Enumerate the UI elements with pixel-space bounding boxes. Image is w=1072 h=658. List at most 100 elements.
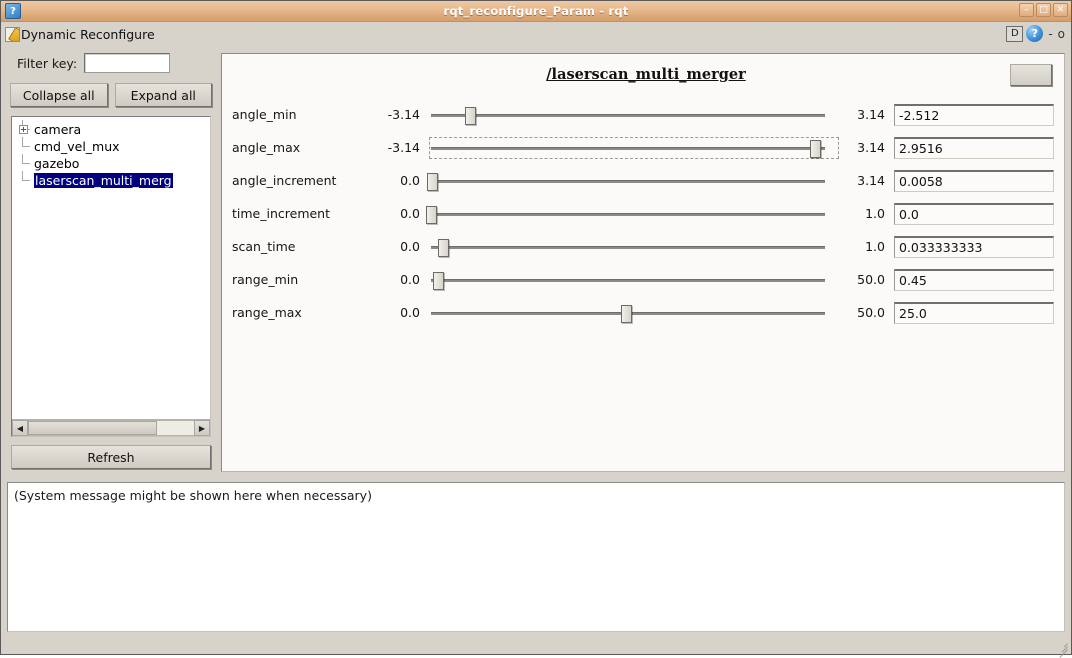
slider-handle[interactable] (426, 205, 438, 224)
plugin-title: Dynamic Reconfigure (21, 27, 155, 42)
close-plugin-icon[interactable]: o (1058, 28, 1065, 40)
scrollbar-track[interactable] (28, 420, 194, 436)
slider-handle[interactable] (464, 106, 476, 125)
param-name: angle_max (232, 140, 301, 155)
expand-camera-icon[interactable] (18, 120, 34, 138)
param-slider[interactable] (429, 234, 827, 260)
parameter-group-title: /laserscan_multi_merger (546, 66, 746, 83)
param-max-label: 3.14 (857, 107, 885, 122)
param-slider[interactable] (429, 300, 827, 326)
param-min-label: -3.14 (387, 107, 420, 122)
slider-handle[interactable] (438, 238, 450, 257)
parameter-pane: /laserscan_multi_merger angle_min -3.14 … (221, 47, 1065, 476)
param-name: scan_time (232, 239, 296, 254)
maximize-button[interactable]: □ (1036, 3, 1051, 17)
help-icon[interactable]: ? (1026, 25, 1044, 42)
tree-item-label: cmd_vel_mux (34, 139, 120, 154)
param-name: angle_min (232, 107, 297, 122)
tree-item-label: laserscan_multi_merg (34, 173, 173, 188)
resize-grip-icon[interactable] (1053, 637, 1069, 658)
tree-item-cmd-vel-mux[interactable]: cmd_vel_mux (16, 137, 210, 155)
param-slider[interactable] (429, 102, 827, 128)
close-button[interactable]: ✕ (1053, 3, 1068, 17)
parameter-group-header: /laserscan_multi_merger (232, 64, 1060, 94)
param-max-label: 1.0 (865, 239, 885, 254)
param-row: scan_time 0.0 1.0 (232, 230, 1060, 263)
param-row: angle_increment 0.0 3.14 (232, 164, 1060, 197)
minimize-button[interactable]: – (1019, 3, 1034, 17)
tree-horizontal-scrollbar[interactable]: ◀ ▶ (12, 419, 210, 436)
scrollbar-thumb[interactable] (28, 421, 158, 435)
param-row: angle_min -3.14 3.14 (232, 98, 1060, 131)
param-min-label: 0.0 (400, 305, 420, 320)
param-row: range_max 0.0 50.0 (232, 296, 1060, 329)
param-max-label: 50.0 (857, 272, 885, 287)
window-control-buttons: – □ ✕ (1019, 3, 1068, 17)
param-min-label: 0.0 (400, 239, 420, 254)
param-value-input[interactable] (894, 136, 1054, 159)
param-slider[interactable] (429, 135, 839, 161)
scroll-right-icon[interactable]: ▶ (194, 420, 210, 436)
filter-key-input[interactable] (84, 53, 171, 73)
window-title: rqt_reconfigure_Param - rqt (443, 4, 629, 18)
slider-handle[interactable] (621, 304, 632, 323)
main-window: ? rqt_reconfigure_Param - rqt – □ ✕ Dyna… (0, 0, 1072, 658)
param-row: time_increment 0.0 1.0 (232, 197, 1060, 230)
dock-icon[interactable]: D (1006, 25, 1024, 42)
slider-handle[interactable] (810, 139, 822, 158)
param-value-input[interactable] (894, 103, 1054, 126)
sidebar: Filter key: Collapse all Expand all came… (7, 47, 215, 476)
filter-row: Filter key: (7, 53, 215, 73)
slider-handle[interactable] (432, 271, 444, 290)
tree-action-buttons: Collapse all Expand all (7, 83, 215, 107)
system-message-area: (System message might be shown here when… (7, 482, 1065, 632)
plugin-toolbar: Dynamic Reconfigure D ? - o (1, 22, 1071, 47)
tree-item-laserscan-multi-merger[interactable]: laserscan_multi_merg (16, 171, 210, 189)
param-value-input[interactable] (894, 268, 1054, 291)
param-min-label: 0.0 (400, 272, 420, 287)
param-value-input[interactable] (894, 169, 1054, 192)
system-message-text: (System message might be shown here when… (14, 488, 372, 503)
tree-item-gazebo[interactable]: gazebo (16, 154, 210, 172)
refresh-button[interactable]: Refresh (11, 445, 211, 469)
tree-item-label: camera (34, 122, 82, 137)
param-max-label: 50.0 (857, 305, 885, 320)
param-value-input[interactable] (894, 202, 1054, 225)
param-max-label: 3.14 (857, 173, 885, 188)
param-value-input[interactable] (894, 301, 1054, 324)
param-slider[interactable] (427, 168, 827, 194)
param-min-label: -3.14 (387, 140, 420, 155)
param-min-label: 0.0 (400, 173, 420, 188)
group-collapse-button[interactable] (1010, 64, 1052, 86)
tree-item-label: gazebo (34, 156, 80, 171)
slider-handle[interactable] (427, 172, 439, 191)
window-titlebar[interactable]: ? rqt_reconfigure_Param - rqt – □ ✕ (1, 1, 1071, 22)
param-value-input[interactable] (894, 235, 1054, 258)
param-slider[interactable] (426, 201, 827, 227)
collapse-all-button[interactable]: Collapse all (10, 83, 108, 107)
param-slider[interactable] (429, 267, 827, 293)
filter-key-label: Filter key: (17, 55, 78, 71)
body-area: Filter key: Collapse all Expand all came… (1, 47, 1071, 476)
refresh-row: Refresh (7, 437, 215, 476)
tree-item-camera[interactable]: camera (16, 120, 210, 138)
tree-branch-icon (18, 171, 34, 189)
node-tree-items: camera cmd_vel_mux gazebo laserscan_mult… (12, 117, 210, 419)
plugin-toolbar-actions: D ? - o (1006, 25, 1065, 42)
parameter-frame: /laserscan_multi_merger angle_min -3.14 … (221, 53, 1065, 472)
rqt-app-icon: ? (5, 3, 21, 19)
node-tree[interactable]: camera cmd_vel_mux gazebo laserscan_mult… (11, 116, 211, 437)
param-name: angle_increment (232, 173, 337, 188)
param-name: range_min (232, 272, 299, 287)
statusbar (1, 632, 1071, 658)
param-row: angle_max -3.14 3.14 (232, 131, 1060, 164)
scroll-left-icon[interactable]: ◀ (12, 420, 28, 436)
expand-all-button[interactable]: Expand all (114, 83, 212, 107)
param-min-label: 0.0 (400, 206, 420, 221)
param-row: range_min 0.0 50.0 (232, 263, 1060, 296)
param-max-label: 1.0 (865, 206, 885, 221)
param-name: time_increment (232, 206, 331, 221)
tree-branch-icon (18, 154, 34, 172)
minimize-plugin-icon[interactable]: - (1048, 28, 1052, 40)
tree-branch-icon (18, 137, 34, 155)
